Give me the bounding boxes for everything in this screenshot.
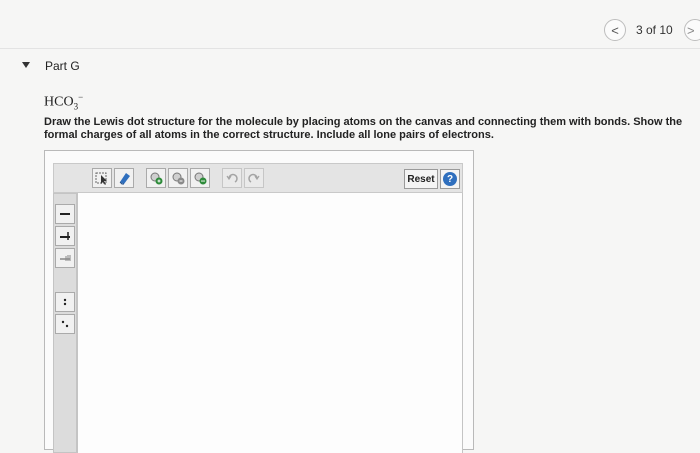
add-lone-pair-icon <box>194 172 207 185</box>
double-bond-icon <box>60 232 70 240</box>
formula-base: HCO <box>44 94 74 110</box>
chevron-left-icon: < <box>611 22 619 38</box>
add-charge-button[interactable] <box>146 168 166 188</box>
radical-tool[interactable] <box>55 314 75 334</box>
molecule-formula: HCO3− <box>44 92 83 111</box>
caret-down-icon[interactable] <box>22 62 30 68</box>
editor-toolbar: Reset ? <box>53 163 463 193</box>
single-bond-tool[interactable] <box>55 204 75 224</box>
single-bond-icon <box>60 213 70 215</box>
redo-button[interactable] <box>244 168 264 188</box>
triple-bond-tool[interactable] <box>55 248 75 268</box>
double-bond-tool[interactable] <box>55 226 75 246</box>
select-tool-button[interactable] <box>92 168 112 188</box>
part-title: Part G <box>45 59 80 73</box>
remove-charge-icon <box>172 172 185 185</box>
next-question-button[interactable]: > <box>684 19 700 41</box>
add-charge-icon <box>150 172 163 185</box>
eraser-icon <box>119 173 130 185</box>
question-counter: 3 of 10 <box>636 23 673 37</box>
formula-subscript: 3 <box>73 101 79 112</box>
triple-bond-icon <box>60 255 71 261</box>
redo-icon <box>248 173 260 183</box>
formula-charge: − <box>78 92 84 102</box>
top-navigation-bar: < 3 of 10 > <box>0 0 700 50</box>
bond-toolbar <box>53 193 77 453</box>
lewis-structure-editor: Reset ? <box>44 150 474 453</box>
previous-question-button[interactable]: < <box>604 19 626 41</box>
undo-icon <box>226 173 238 183</box>
help-button[interactable]: ? <box>440 169 460 189</box>
add-lone-pair-button[interactable] <box>190 168 210 188</box>
help-icon: ? <box>443 172 457 186</box>
eraser-tool-button[interactable] <box>114 168 134 188</box>
undo-button[interactable] <box>222 168 242 188</box>
question-instructions: Draw the Lewis dot structure for the mol… <box>44 116 683 141</box>
drawing-canvas[interactable] <box>77 193 463 453</box>
lone-pair-icon <box>63 298 67 306</box>
select-icon <box>95 172 107 185</box>
radical-icon <box>61 320 69 328</box>
chevron-right-icon: > <box>687 22 695 38</box>
remove-charge-button[interactable] <box>168 168 188 188</box>
lone-pair-tool[interactable] <box>55 292 75 312</box>
header-divider <box>0 48 700 49</box>
reset-button[interactable]: Reset <box>404 169 438 189</box>
